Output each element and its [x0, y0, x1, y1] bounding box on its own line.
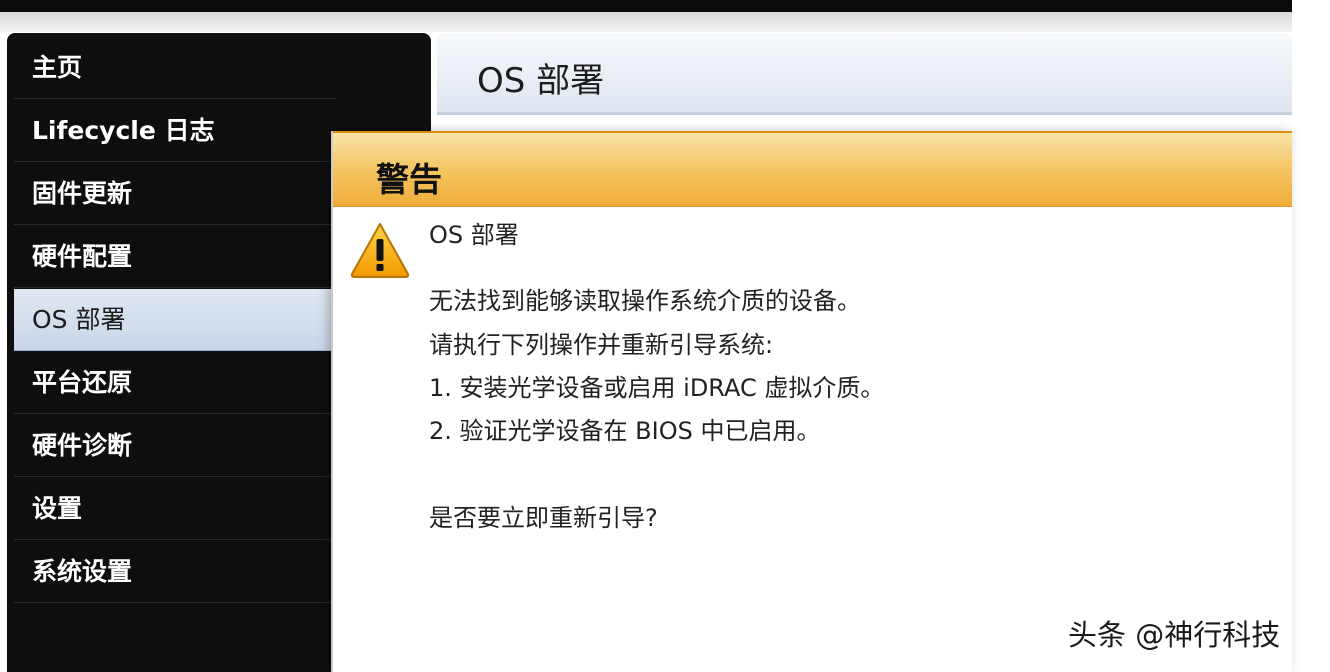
message-heading: OS 部署: [429, 221, 519, 249]
warning-icon: [349, 221, 411, 279]
sidebar-item-platform-restore[interactable]: 平台还原: [14, 352, 336, 414]
sidebar-item-label: 设置: [32, 494, 83, 523]
message-line: 2. 验证光学设备在 BIOS 中已启用。: [429, 417, 821, 445]
message-line: 无法找到能够读取操作系统介质的设备。: [429, 287, 861, 315]
sidebar-item-label: 平台还原: [32, 368, 133, 397]
sidebar-item-label: 固件更新: [32, 179, 133, 208]
message-line: 是否要立即重新引导?: [429, 504, 658, 532]
page-title: OS 部署: [477, 61, 605, 101]
top-gap: [0, 12, 1292, 32]
message-line: 请执行下列操作并重新引导系统:: [429, 331, 774, 359]
sidebar-item-settings[interactable]: 设置: [14, 478, 336, 540]
sidebar-item-label: OS 部署: [32, 305, 126, 334]
sidebar-item-label: 主页: [32, 53, 83, 82]
dialog-header: 警告: [333, 131, 1292, 207]
sidebar-item-hardware-config[interactable]: 硬件配置: [14, 226, 336, 288]
sidebar-item-os-deployment[interactable]: OS 部署: [14, 289, 336, 351]
dialog-title: 警告: [376, 160, 442, 199]
watermark: 头条 @神行科技: [1068, 618, 1281, 652]
sidebar-item-home[interactable]: 主页: [14, 37, 336, 99]
content-header: OS 部署: [437, 33, 1292, 115]
message-line: 1. 安装光学设备或启用 iDRAC 虚拟介质。: [429, 374, 885, 402]
sidebar-item-lifecycle-log[interactable]: Lifecycle 日志: [14, 100, 336, 162]
warning-dialog: 警告 OS 部署 无法找到能够读取操作系统介质的设备。 请执行下列操作并重新引导…: [331, 131, 1292, 672]
sidebar-item-label: 系统设置: [32, 557, 133, 586]
sidebar-item-system-settings[interactable]: 系统设置: [14, 541, 336, 603]
sidebar-item-firmware-update[interactable]: 固件更新: [14, 163, 336, 225]
top-bar: [0, 0, 1292, 12]
sidebar-item-hardware-diagnostics[interactable]: 硬件诊断: [14, 415, 336, 477]
sidebar-item-label: 硬件配置: [32, 242, 133, 271]
sidebar-item-label: Lifecycle 日志: [32, 116, 215, 145]
sidebar-item-label: 硬件诊断: [32, 431, 133, 460]
